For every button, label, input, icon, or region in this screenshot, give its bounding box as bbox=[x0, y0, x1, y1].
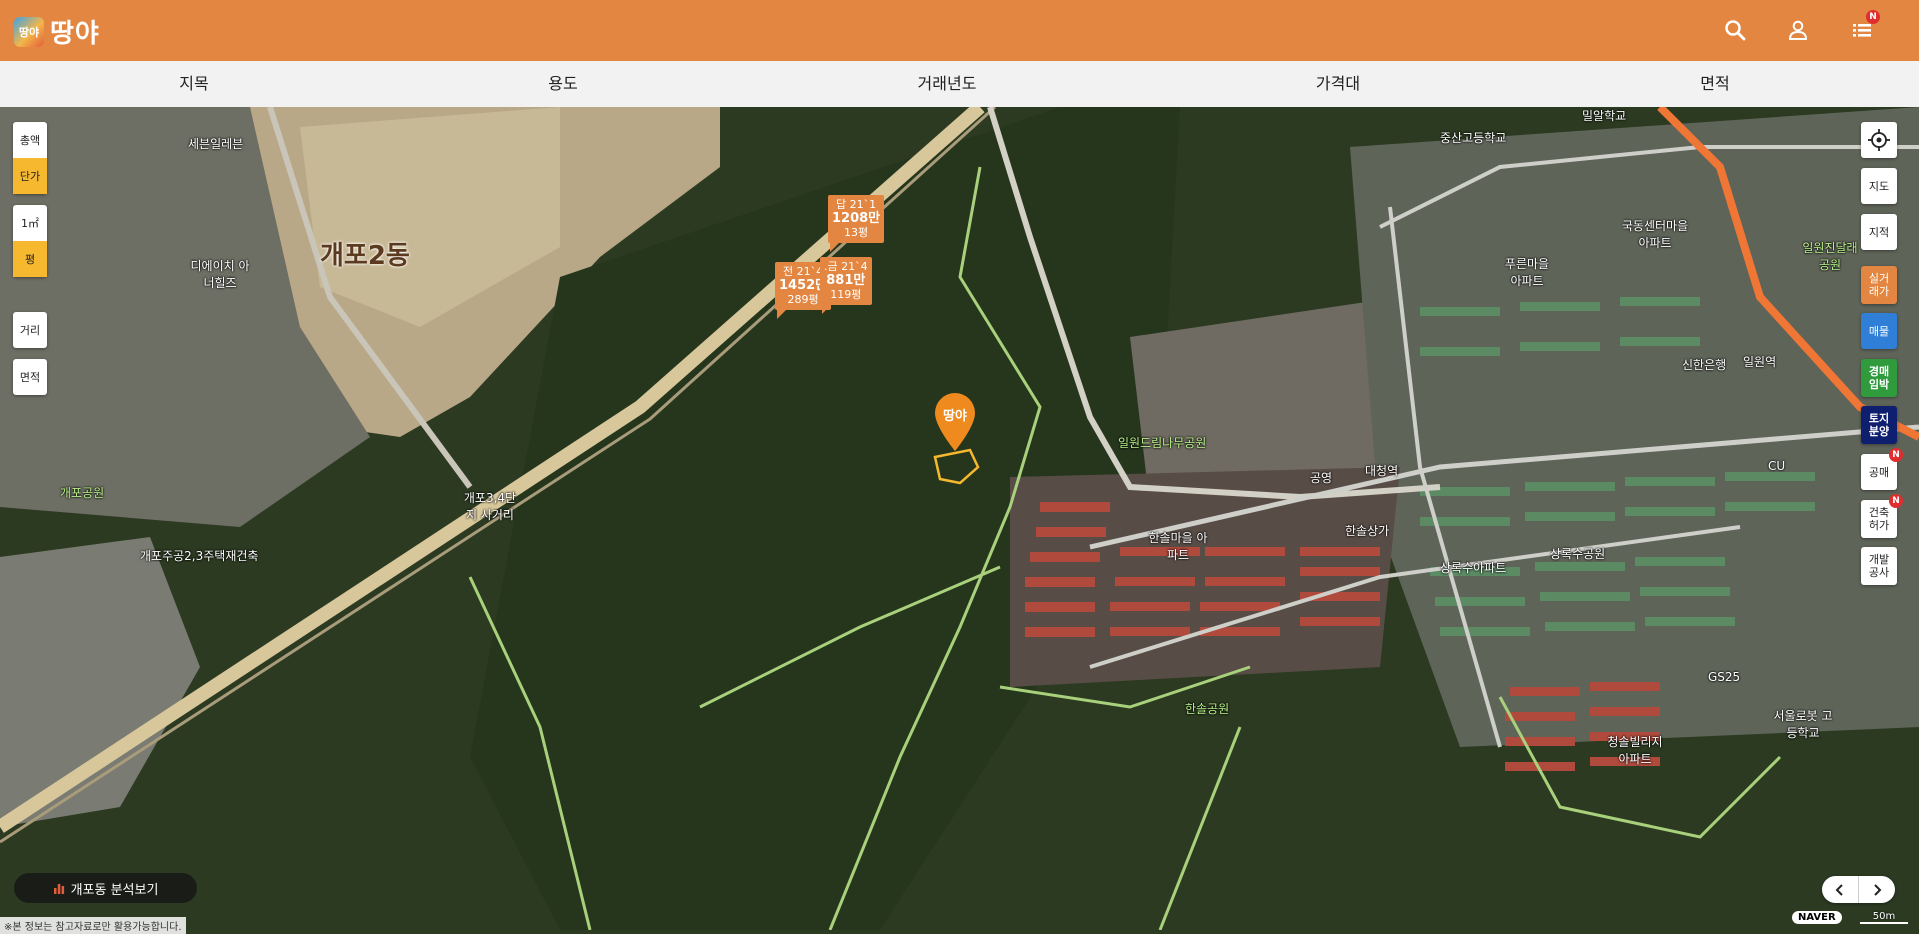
app-header: 땅야 땅야 N bbox=[0, 0, 1919, 61]
notification-badge: N bbox=[1866, 10, 1880, 24]
listing-button[interactable]: 매물 bbox=[1861, 313, 1897, 349]
poi-ilwon-park: 일원드림나무공원 bbox=[1118, 436, 1207, 450]
area-analysis-label: 개포동 분석보기 bbox=[70, 882, 159, 898]
poi-hansol-sangga: 한솔상가 bbox=[1345, 524, 1390, 538]
poi-ilwon-station: 일원역 bbox=[1743, 355, 1777, 369]
location-pin-icon[interactable]: 땅야 bbox=[933, 393, 977, 453]
building-permit-label: 건축허가 bbox=[1868, 506, 1890, 532]
price-tag-price: 1208만 bbox=[832, 211, 881, 226]
current-location-button[interactable] bbox=[1861, 122, 1897, 158]
area-tool: 면적 bbox=[13, 359, 47, 395]
poi-milal: 밀알학교 bbox=[1582, 109, 1627, 123]
logo-mark: 땅야 bbox=[14, 16, 44, 47]
naver-logo: NAVER bbox=[1792, 911, 1842, 924]
chevron-left-icon bbox=[1835, 883, 1843, 896]
poi-daecheong: 대청역 bbox=[1365, 464, 1399, 478]
map-scale: 50m bbox=[1860, 911, 1908, 924]
poi-junction: 개포3,4단지 사거리 bbox=[463, 491, 517, 522]
auction-button[interactable]: 경매임박 bbox=[1861, 359, 1897, 397]
poi-hansol-maeul: 한솔마을 아파트 bbox=[1148, 531, 1208, 562]
unit-sqm-button[interactable]: 1㎡ bbox=[13, 205, 47, 241]
building-permit-button[interactable]: 건축허가 N bbox=[1861, 494, 1903, 538]
filter-bar: 지목 용도 거래년도 가격대 면적 bbox=[0, 61, 1919, 108]
building-permit-badge: N bbox=[1889, 494, 1903, 508]
logo-text: 땅야 bbox=[50, 19, 100, 49]
filter-year[interactable]: 거래년도 bbox=[918, 61, 977, 107]
public-sale-button[interactable]: 공매 N bbox=[1861, 448, 1903, 490]
price-tag[interactable]: .금 21`4 881만 119평 bbox=[820, 257, 872, 314]
total-price-button[interactable]: 총액 bbox=[13, 122, 47, 158]
poi-cheongsol: 청솔빌리지 아파트 bbox=[1607, 735, 1663, 766]
price-tag-area: 289평 bbox=[787, 293, 819, 306]
poi-shinhan: 신한은행 bbox=[1682, 358, 1727, 372]
area-analysis-button[interactable]: 개포동 분석보기 bbox=[14, 873, 197, 903]
poi-gongyeong: 공영 bbox=[1310, 471, 1333, 485]
map-mode-button[interactable]: 지도 bbox=[1861, 168, 1897, 204]
filter-area[interactable]: 면적 bbox=[1700, 61, 1729, 107]
distance-tool: 거리 bbox=[13, 312, 47, 348]
public-sale-label: 공매 bbox=[1868, 465, 1890, 479]
poi-gaepo-jugong: 개포주공2,3주택재건축 bbox=[140, 549, 259, 563]
history-nav bbox=[1822, 876, 1895, 903]
price-tag-type: 전 21`4 bbox=[783, 265, 824, 278]
price-tag-area: 13평 bbox=[844, 226, 869, 239]
price-tag-area: 119평 bbox=[830, 288, 862, 301]
user-icon[interactable] bbox=[1784, 16, 1812, 44]
filter-jimok[interactable]: 지목 bbox=[179, 61, 208, 107]
poi-sangnoksu-apt: 상록수아파트 bbox=[1440, 561, 1507, 575]
poi-gs25: GS25 bbox=[1708, 670, 1741, 684]
pin-label: 땅야 bbox=[943, 409, 967, 424]
filter-price-range[interactable]: 가격대 bbox=[1316, 61, 1360, 107]
unit-toggle: 1㎡ 평 bbox=[13, 205, 47, 277]
area-measure-button[interactable]: 면적 bbox=[13, 359, 47, 395]
poi-seoul-robot: 서울로봇 고등학교 bbox=[1773, 709, 1833, 740]
price-mode-toggle: 총액 단가 bbox=[13, 122, 47, 194]
poi-ilwon-jindal: 일원진달래 공원 bbox=[1802, 241, 1858, 272]
disclaimer-text: ※본 정보는 참고자료로만 활용가능합니다. bbox=[0, 917, 186, 934]
poi-7eleven: 세븐일레븐 bbox=[188, 137, 244, 151]
poi-sangnoksu-park: 상록수공원 bbox=[1550, 547, 1606, 561]
filter-yongdo[interactable]: 용도 bbox=[548, 61, 577, 107]
price-tag-price: 881만 bbox=[826, 273, 866, 288]
chevron-right-icon bbox=[1874, 883, 1882, 896]
prev-button[interactable] bbox=[1822, 876, 1859, 903]
poi-gaepo-park: 개포공원 bbox=[60, 486, 105, 500]
poi-cu: CU bbox=[1768, 459, 1786, 473]
district-label: 개포2동 bbox=[320, 241, 410, 271]
bar-chart-icon bbox=[53, 884, 64, 894]
poi-gukdong: 국동센터마을 아파트 bbox=[1621, 219, 1689, 250]
actual-price-button[interactable]: 실거래가 bbox=[1861, 266, 1897, 304]
poi-pureun: 푸른마을 아파트 bbox=[1504, 257, 1550, 288]
app-logo[interactable]: 땅야 땅야 bbox=[14, 13, 100, 50]
next-button[interactable] bbox=[1859, 876, 1895, 903]
poi-dh-honors-hills: 디에이치 아너힐즈 bbox=[190, 259, 250, 290]
development-button[interactable]: 개발공사 bbox=[1861, 547, 1897, 585]
unit-pyeong-button[interactable]: 평 bbox=[13, 241, 47, 277]
price-tag-type: .금 21`4 bbox=[824, 260, 868, 273]
satellite-map[interactable]: 개포2동 세븐일레븐 디에이치 아너힐즈 개포공원 개포주공2,3주택재건축 개… bbox=[0, 107, 1919, 930]
price-tag-type: 답 21`1 bbox=[836, 198, 877, 211]
menu-list-icon[interactable]: N bbox=[1848, 10, 1880, 44]
poi-jungsan-high: 중산고등학교 bbox=[1440, 131, 1507, 145]
land-sale-button[interactable]: 토지분양 bbox=[1861, 406, 1897, 444]
search-icon[interactable] bbox=[1721, 16, 1749, 44]
unit-price-button[interactable]: 단가 bbox=[13, 158, 47, 194]
poi-hansol-park: 한솔공원 bbox=[1185, 702, 1230, 716]
cadastral-button[interactable]: 지적 bbox=[1861, 214, 1897, 250]
price-tag[interactable]: 답 21`1 1208만 13평 bbox=[828, 195, 885, 252]
crosshair-icon bbox=[1868, 129, 1890, 151]
distance-button[interactable]: 거리 bbox=[13, 312, 47, 348]
public-sale-badge: N bbox=[1889, 448, 1903, 462]
